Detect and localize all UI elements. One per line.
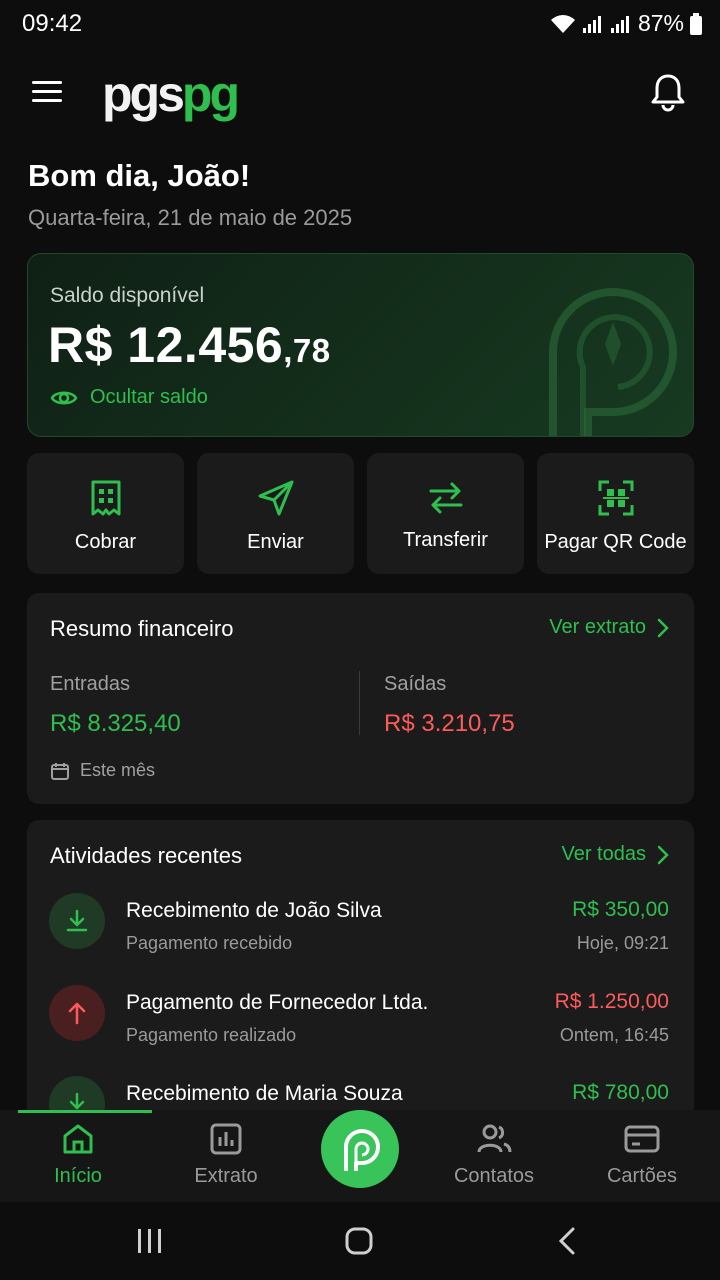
receipt-icon [91, 480, 120, 516]
nav-label: Contatos [453, 1165, 535, 1187]
signal-icon-2 [610, 15, 629, 33]
back-icon[interactable] [556, 1226, 578, 1256]
pay-qr-code-button[interactable]: Pagar QR Code [537, 453, 694, 574]
wifi-icon [550, 14, 575, 33]
activity-title-text: Recebimento de Maria Souza [126, 1082, 403, 1105]
current-date: Quarta-feira, 21 de maio de 2025 [28, 205, 353, 230]
eye-icon [50, 391, 78, 404]
incoming-icon [49, 893, 105, 949]
summary-divider [359, 671, 360, 735]
view-statement-link[interactable]: Ver extrato [549, 616, 670, 639]
activity-amount: R$ 780,00 [572, 1081, 669, 1104]
status-bar: 09:42 87% [0, 0, 720, 50]
view-all-label: Ver todas [561, 843, 646, 865]
home-icon [63, 1124, 93, 1154]
period-selector[interactable]: Este mês [50, 760, 155, 781]
hide-balance-toggle[interactable]: Ocultar saldo [50, 386, 208, 409]
status-icons: 87% [550, 10, 702, 37]
nav-home[interactable]: Início [18, 1122, 138, 1188]
action-label: Pagar QR Code [544, 531, 687, 553]
outgoing-icon [49, 985, 105, 1041]
view-all-link[interactable]: Ver todas [561, 843, 670, 866]
activity-time: Hoje, 09:21 [576, 933, 669, 953]
summary-title: Resumo financeiro [50, 616, 234, 641]
income-value: R$ 8.325,40 [50, 710, 181, 737]
transfer-icon [429, 482, 462, 514]
activity-item[interactable]: Pagamento de Fornecedor Ltda. Pagamento … [27, 985, 694, 1065]
contacts-icon [477, 1124, 512, 1153]
nav-contacts[interactable]: Contatos [434, 1122, 554, 1188]
chart-icon [210, 1123, 242, 1155]
notifications-button[interactable] [650, 72, 686, 112]
recent-apps-icon[interactable] [136, 1226, 164, 1256]
activity-subtitle: Pagamento realizado [126, 1025, 297, 1045]
battery-icon [690, 12, 702, 35]
brand-logo: pgspg [102, 66, 240, 122]
qr-scan-icon [598, 480, 633, 516]
battery-percent: 87% [637, 10, 684, 36]
activity-item[interactable]: Recebimento de João Silva Pagamento rece… [27, 893, 694, 973]
chevron-right-icon [657, 618, 669, 637]
activity-title-text: Recebimento de João Silva [126, 899, 382, 922]
activity-amount: R$ 1.250,00 [554, 990, 669, 1013]
brand-watermark-icon [549, 288, 677, 436]
expense-summary: Saídas R$ 3.210,75 [384, 673, 515, 738]
app-header: pgspg [0, 62, 720, 126]
view-statement-label: Ver extrato [549, 616, 646, 638]
signal-icon [582, 15, 601, 33]
action-label: Enviar [247, 531, 304, 553]
greeting-title: Bom dia, João! [28, 158, 251, 193]
activity-time: Ontem, 16:45 [559, 1025, 669, 1045]
income-summary: Entradas R$ 8.325,40 [50, 673, 181, 738]
chevron-right-icon [657, 845, 669, 864]
action-label: Cobrar [74, 531, 137, 553]
activity-amount: R$ 350,00 [572, 898, 669, 921]
expense-label: Saídas [384, 673, 447, 695]
nav-cards[interactable]: Cartões [582, 1122, 702, 1188]
hide-balance-label: Ocultar saldo [90, 386, 208, 408]
active-tab-indicator [18, 1110, 152, 1113]
activity-title-text: Pagamento de Fornecedor Ltda. [126, 991, 429, 1014]
income-label: Entradas [50, 673, 131, 695]
center-action-button[interactable] [321, 1110, 399, 1188]
financial-summary-card: Resumo financeiro Ver extrato Entradas R… [27, 593, 694, 804]
quick-actions: Cobrar Enviar Transferir Pagar QR Code [27, 453, 694, 574]
menu-button[interactable] [30, 76, 70, 110]
send-button[interactable]: Enviar [197, 453, 354, 574]
activity-subtitle: Pagamento recebido [126, 933, 293, 953]
action-label: Transferir [403, 529, 488, 551]
expense-value: R$ 3.210,75 [384, 710, 515, 737]
balance-value: R$ 12.456,78 [48, 317, 331, 373]
transfer-button[interactable]: Transferir [367, 453, 524, 574]
bell-icon [651, 74, 685, 112]
menu-icon [32, 81, 62, 102]
balance-card: Saldo disponível R$ 12.456,78 Ocultar sa… [27, 253, 694, 437]
system-navigation [0, 1202, 720, 1280]
calendar-icon [51, 762, 69, 780]
home-button-icon[interactable] [344, 1226, 374, 1256]
nav-label: Extrato [194, 1165, 258, 1187]
activity-title: Atividades recentes [50, 843, 242, 868]
nav-label: Início [54, 1165, 102, 1187]
balance-label: Saldo disponível [50, 284, 205, 307]
send-icon [258, 480, 293, 516]
card-icon [624, 1125, 660, 1153]
status-time: 09:42 [22, 10, 83, 37]
nav-statement[interactable]: Extrato [166, 1122, 286, 1188]
brand-icon [344, 1129, 380, 1171]
charge-button[interactable]: Cobrar [27, 453, 184, 574]
recent-activity-card: Atividades recentes Ver todas Recebiment… [27, 820, 694, 1120]
nav-label: Cartões [606, 1165, 678, 1187]
period-label: Este mês [80, 760, 156, 780]
